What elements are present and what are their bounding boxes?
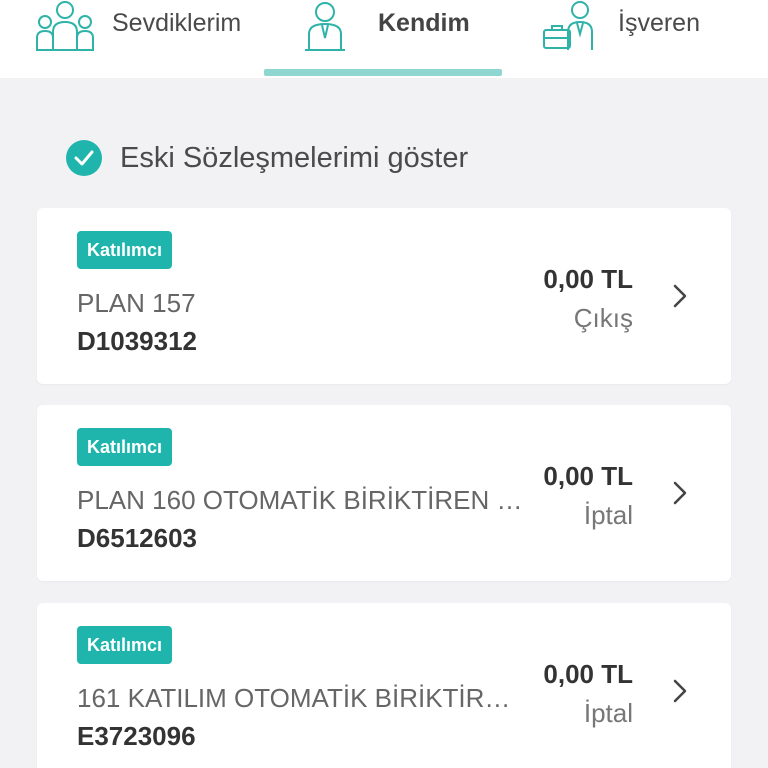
role-badge: Katılımcı [77, 626, 173, 664]
tab-bar: Sevdiklerim Kendim İşveren [0, 0, 768, 78]
contract-number: D1039312 [77, 326, 197, 356]
contract-card[interactable]: Katılımcı PLAN 160 OTOMATİK BİRİKTİREN E… [37, 405, 731, 581]
tab-label: İşveren [618, 9, 700, 37]
contract-amount: 0,00 TL [543, 659, 633, 689]
contract-card[interactable]: Katılımcı 161 KATILIM OTOMATİK BİRİKTİRE… [37, 603, 731, 768]
tab-label: Sevdiklerim [112, 9, 242, 37]
contract-amount: 0,00 TL [543, 461, 633, 491]
family-icon [36, 1, 94, 51]
tab-sevdiklerim[interactable]: Sevdiklerim [36, 0, 241, 78]
contract-status: Çıkış [573, 303, 633, 333]
contract-status: İptal [583, 500, 633, 530]
plan-name: 161 KATILIM OTOMATİK BİRİKTİREN… [77, 683, 527, 713]
tab-isveren[interactable]: İşveren [542, 0, 700, 78]
person-icon [305, 2, 345, 51]
plan-name: PLAN 160 OTOMATİK BİRİKTİREN EP [77, 485, 527, 515]
chevron-right-icon [673, 481, 687, 505]
show-old-contracts-label: Eski Sözleşmelerimi göster [120, 141, 469, 174]
contract-number: E3723096 [77, 721, 196, 751]
employer-icon [543, 1, 593, 50]
show-old-contracts-toggle[interactable]: Eski Sözleşmelerimi göster [66, 140, 468, 176]
active-tab-indicator [264, 69, 502, 76]
checkmark-icon [66, 140, 102, 176]
chevron-right-icon [673, 679, 687, 703]
role-badge: Katılımcı [77, 231, 173, 269]
contract-card[interactable]: Katılımcı PLAN 157 D1039312 0,00 TL Çıkı… [37, 208, 731, 384]
chevron-right-icon [673, 284, 687, 308]
contract-status: İptal [583, 698, 633, 728]
contract-number: D6512603 [77, 523, 197, 553]
plan-name: PLAN 157 [77, 288, 196, 318]
contract-amount: 0,00 TL [543, 264, 633, 294]
tab-label: Kendim [378, 9, 470, 37]
role-badge: Katılımcı [77, 428, 173, 466]
tab-kendim[interactable]: Kendim [302, 0, 470, 78]
